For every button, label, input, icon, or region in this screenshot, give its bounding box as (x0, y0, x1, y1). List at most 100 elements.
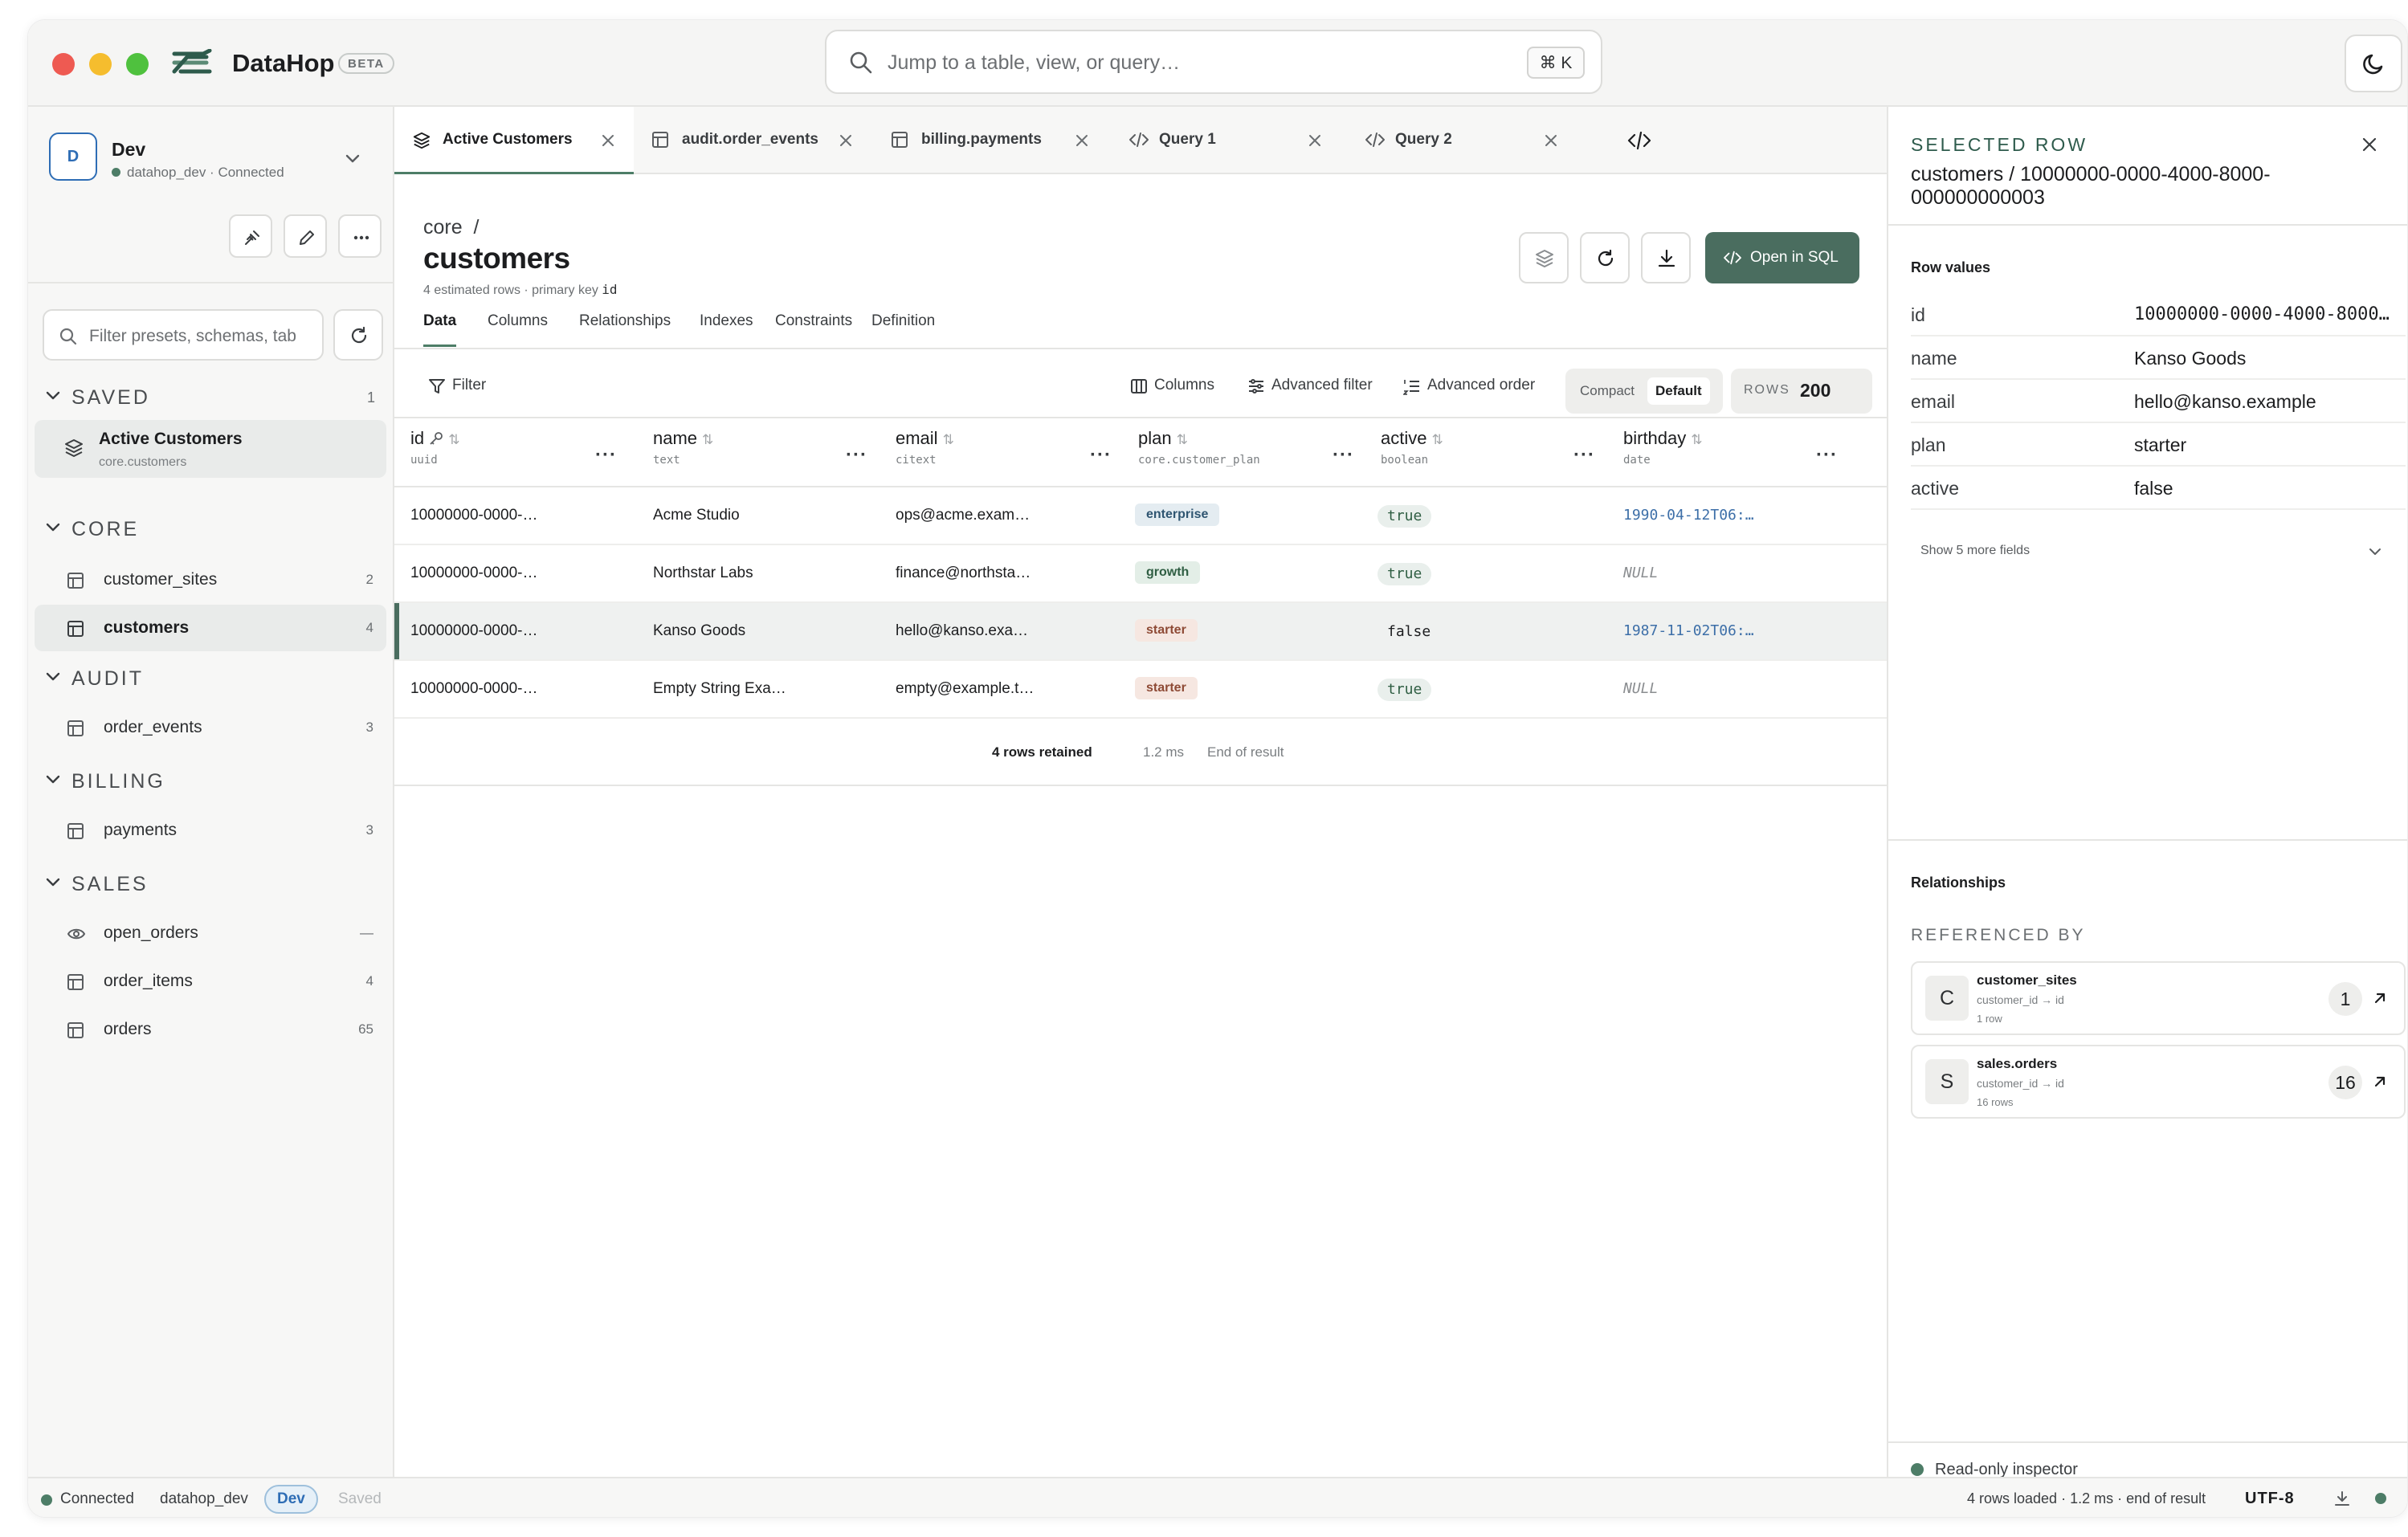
cell-id[interactable]: 10000000-0000-… (410, 507, 537, 524)
close-icon[interactable] (600, 132, 616, 149)
cell-birthday[interactable]: NULL (1623, 565, 1658, 581)
row-limit[interactable]: ROWS 200 (1731, 369, 1872, 414)
maximize-window-button[interactable] (126, 53, 149, 75)
connection-name[interactable]: Dev (112, 139, 145, 161)
subtab-data[interactable]: Data (423, 312, 457, 347)
plan-badge[interactable]: starter (1135, 677, 1198, 699)
reference-card-customer-sites[interactable]: C customer_sites customer_id → id 1 row … (1911, 961, 2406, 1035)
close-icon[interactable] (838, 132, 854, 149)
density-default[interactable]: Default (1647, 377, 1710, 405)
cell-id[interactable]: 10000000-0000-… (410, 622, 537, 640)
section-billing[interactable]: BILLING (46, 770, 165, 793)
subtab-relationships[interactable]: Relationships (579, 312, 671, 344)
boolean-badge[interactable]: true (1377, 505, 1432, 528)
cell-id[interactable]: 10000000-0000-… (410, 565, 537, 582)
field-row[interactable]: active false (1911, 467, 2406, 510)
field-row[interactable]: email hello@kanso.example (1911, 380, 2406, 423)
section-core[interactable]: CORE (46, 518, 139, 541)
subtab-columns[interactable]: Columns (488, 312, 548, 344)
boolean-badge[interactable]: true (1377, 679, 1432, 701)
column-menu-button[interactable]: ··· (1816, 444, 1838, 467)
cell-email[interactable]: empty@example.t… (896, 680, 1034, 698)
table-row[interactable]: 10000000-0000-… Northstar Labs finance@n… (394, 545, 1887, 603)
saved-item-active-customers[interactable]: Active Customers core.customers (35, 420, 386, 478)
cell-name[interactable]: Empty String Exa… (653, 680, 786, 698)
cell-name[interactable]: Kanso Goods (653, 622, 745, 640)
subtab-constraints[interactable]: Constraints (775, 312, 852, 344)
column-header-active[interactable]: active ⇅ boolean (1381, 428, 1443, 467)
sidebar-item-payments[interactable]: payments 3 (35, 807, 386, 854)
refresh-button[interactable] (1580, 232, 1630, 283)
status-encoding[interactable]: UTF-8 (2245, 1490, 2295, 1508)
cell-birthday[interactable]: 1990-04-12T06:… (1623, 507, 1754, 524)
environment-badge[interactable]: Dev (264, 1485, 318, 1514)
arrow-up-right-icon[interactable] (2372, 990, 2388, 1006)
sidebar-item-customers[interactable]: customers 4 (35, 605, 386, 651)
sidebar-filter-input[interactable]: Filter presets, schemas, tab (43, 309, 324, 361)
cell-email[interactable]: finance@northsta… (896, 565, 1031, 582)
tab-query-2[interactable]: Query 2 (1347, 107, 1585, 174)
cell-email[interactable]: ops@acme.exam… (896, 507, 1030, 524)
new-query-icon[interactable] (1626, 129, 1652, 152)
table-row-selected[interactable]: 10000000-0000-… Kanso Goods hello@kanso.… (394, 603, 1887, 661)
field-row[interactable]: id 10000000-0000-4000-8000… (1911, 293, 2406, 336)
cell-id[interactable]: 10000000-0000-… (410, 680, 537, 698)
sidebar-item-open-orders[interactable]: open_orders — (35, 910, 386, 956)
close-icon[interactable] (1307, 132, 1323, 149)
column-menu-button[interactable]: ··· (1573, 444, 1595, 467)
column-header-plan[interactable]: plan ⇅ core.customer_plan (1138, 428, 1260, 467)
close-icon[interactable] (2359, 134, 2380, 155)
tab-active-customers[interactable]: Active Customers (394, 107, 634, 174)
subtab-indexes[interactable]: Indexes (700, 312, 753, 344)
field-row[interactable]: name Kanso Goods (1911, 336, 2406, 380)
sidebar-item-order-events[interactable]: order_events 3 (35, 704, 386, 751)
breadcrumb-schema[interactable]: core (423, 216, 463, 238)
section-audit[interactable]: AUDIT (46, 667, 144, 691)
column-menu-button[interactable]: ··· (1333, 444, 1354, 467)
download-icon[interactable] (2333, 1490, 2351, 1507)
plan-badge[interactable]: enterprise (1135, 503, 1220, 526)
export-button[interactable] (1641, 232, 1691, 283)
edit-connection-button[interactable] (284, 214, 327, 258)
close-icon[interactable] (1074, 132, 1090, 149)
cell-birthday[interactable]: NULL (1623, 680, 1658, 697)
close-icon[interactable] (1543, 132, 1559, 149)
tab-query-1[interactable]: Query 1 (1111, 107, 1347, 174)
column-menu-button[interactable]: ··· (595, 444, 617, 467)
column-header-email[interactable]: email ⇅ citext (896, 428, 954, 467)
columns-button[interactable]: Columns (1130, 377, 1214, 394)
column-header-id[interactable]: id ⇅ uuid (410, 428, 460, 467)
theme-toggle-button[interactable] (2345, 35, 2402, 92)
close-window-button[interactable] (52, 53, 75, 75)
sidebar-item-order-items[interactable]: order_items 4 (35, 958, 386, 1005)
column-header-name[interactable]: name ⇅ text (653, 428, 713, 467)
tab-billing-payments[interactable]: billing.payments (873, 107, 1111, 174)
boolean-badge[interactable]: false (1377, 621, 1440, 643)
section-saved[interactable]: SAVED (46, 386, 150, 410)
subtab-definition[interactable]: Definition (871, 312, 935, 344)
sidebar-item-orders[interactable]: orders 65 (35, 1006, 386, 1053)
disconnect-button[interactable] (229, 214, 272, 258)
column-header-birthday[interactable]: birthday ⇅ date (1623, 428, 1703, 467)
table-row[interactable]: 10000000-0000-… Acme Studio ops@acme.exa… (394, 487, 1887, 545)
connection-more-button[interactable] (338, 214, 382, 258)
filter-button[interactable]: Filter (428, 377, 486, 394)
arrow-up-right-icon[interactable] (2372, 1074, 2388, 1090)
advanced-filter-button[interactable]: Advanced filter (1247, 377, 1373, 394)
field-row[interactable]: plan starter (1911, 423, 2406, 467)
plan-badge[interactable]: starter (1135, 619, 1198, 642)
show-more-fields-button[interactable]: Show 5 more fields (1920, 544, 2030, 558)
save-preset-button[interactable] (1519, 232, 1569, 283)
open-in-sql-button[interactable]: Open in SQL (1705, 232, 1859, 283)
minimize-window-button[interactable] (89, 53, 112, 75)
advanced-order-button[interactable]: Advanced order (1403, 377, 1535, 395)
section-sales[interactable]: SALES (46, 873, 149, 896)
tab-audit-order-events[interactable]: audit.order_events (634, 107, 873, 174)
boolean-badge[interactable]: true (1377, 563, 1432, 585)
column-menu-button[interactable]: ··· (846, 444, 867, 467)
density-compact[interactable]: Compact (1572, 377, 1643, 405)
plan-badge[interactable]: growth (1135, 561, 1201, 584)
sidebar-item-customer-sites[interactable]: customer_sites 2 (35, 556, 386, 603)
reference-card-sales-orders[interactable]: S sales.orders customer_id → id 16 rows … (1911, 1045, 2406, 1119)
table-row[interactable]: 10000000-0000-… Empty String Exa… empty@… (394, 661, 1887, 719)
